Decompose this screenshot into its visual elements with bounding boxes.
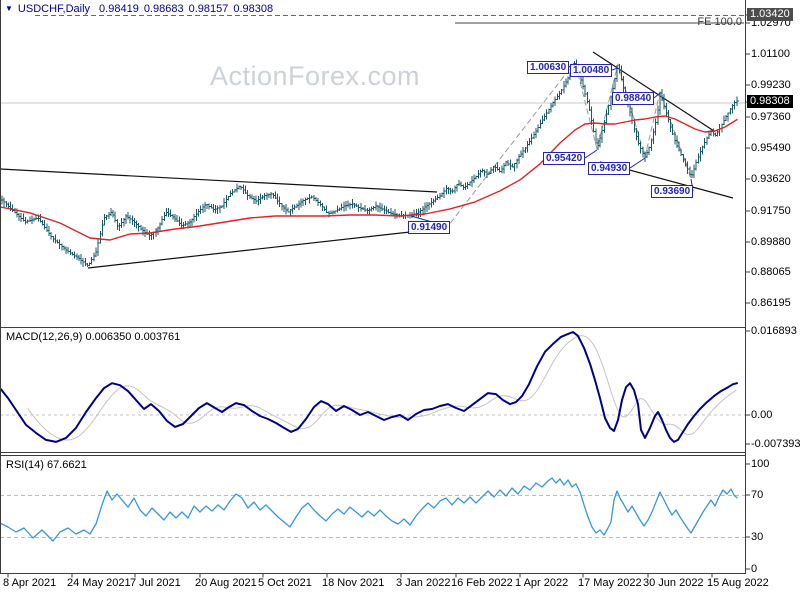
trendline bbox=[0, 168, 438, 193]
swing-price-label: 0.93690 bbox=[651, 185, 694, 198]
rsi-axis-label: 70 bbox=[751, 489, 764, 501]
symbol-dropdown-icon[interactable]: ▼ bbox=[5, 4, 13, 13]
swing-price-label: 1.00480 bbox=[570, 64, 613, 77]
date-axis-label: 17 May 2022 bbox=[578, 577, 642, 589]
trendline bbox=[87, 228, 438, 269]
date-axis-label: 24 May 2021 bbox=[67, 577, 131, 589]
swing-label-tail bbox=[584, 149, 598, 159]
price-axis-label: 0.99230 bbox=[751, 79, 791, 91]
swing-price-label: 0.94930 bbox=[588, 162, 631, 175]
rsi-axis-label: 30 bbox=[751, 531, 764, 543]
date-axis-label: 7 Jul 2021 bbox=[130, 577, 181, 589]
date-axis-label: 15 Aug 2022 bbox=[707, 577, 769, 589]
price-axis-label: 0.95490 bbox=[751, 142, 791, 154]
moving-average-line bbox=[0, 115, 738, 241]
price-axis-label: 1.01100 bbox=[751, 48, 790, 60]
fib-expansion-label: FE 100.0 bbox=[697, 16, 742, 28]
price-axis-label: 0.93620 bbox=[751, 173, 791, 185]
chart-widget: ▼ USDCHF,Daily 0.98419 0.98683 0.98157 0.9830… bbox=[0, 0, 800, 600]
rsi-axis-label: 0 bbox=[751, 563, 758, 575]
swing-price-label: 1.00630 bbox=[527, 61, 570, 74]
macd-axis-label: 0.016893 bbox=[751, 325, 797, 337]
price-axis-label: 0.86195 bbox=[751, 297, 791, 309]
swing-price-label: 0.91490 bbox=[408, 221, 451, 234]
quote-high: 0.98683 bbox=[143, 3, 184, 15]
price-axis-label: 0.88065 bbox=[751, 266, 791, 278]
swing-price-label: 0.95420 bbox=[543, 152, 586, 165]
swing-price-label: 0.98840 bbox=[612, 92, 655, 105]
watermark: ActionForex.com bbox=[209, 61, 421, 91]
symbol-timeframe: USDCHF,Daily bbox=[17, 3, 91, 15]
macd-signal-line bbox=[27, 335, 737, 441]
date-axis-label: 8 Apr 2021 bbox=[3, 577, 57, 589]
rsi-axis-label: 100 bbox=[751, 458, 770, 470]
quote-close: 0.98308 bbox=[233, 3, 274, 15]
date-axis-label: 5 Oct 2021 bbox=[258, 577, 312, 589]
price-axis-label: 0.97360 bbox=[751, 111, 791, 123]
macd-line bbox=[0, 331, 738, 443]
swing-label-tail bbox=[629, 157, 646, 169]
date-axis-label: 30 Jun 2022 bbox=[643, 577, 704, 589]
quote-open: 0.98419 bbox=[99, 3, 139, 15]
price-axis-label-highlight: 1.03420 bbox=[747, 8, 793, 21]
price-axis-label: 0.89880 bbox=[751, 236, 791, 248]
date-axis-label: 1 Apr 2022 bbox=[515, 577, 569, 589]
quote-low: 0.98157 bbox=[188, 3, 229, 15]
title-bar: ▼ USDCHF,Daily 0.98419 0.98683 0.98157 0.9830… bbox=[5, 3, 278, 15]
macd-axis-label: 0.00 bbox=[751, 409, 773, 421]
date-axis-label: 16 Feb 2022 bbox=[451, 577, 513, 589]
date-axis-label: 20 Aug 2021 bbox=[195, 577, 257, 589]
rsi-line bbox=[0, 477, 738, 542]
macd-axis-label: -0.007393 bbox=[751, 438, 800, 450]
price-axis-label-highlight: 0.98308 bbox=[747, 95, 793, 108]
rsi-indicator-label: RSI(14) 67.6621 bbox=[6, 459, 87, 471]
date-axis-label: 18 Nov 2021 bbox=[322, 577, 385, 589]
date-axis-label: 3 Jan 2022 bbox=[396, 577, 451, 589]
price-axis-label: 0.91750 bbox=[751, 205, 791, 217]
macd-indicator-label: MACD(12,26,9) 0.006350 0.003761 bbox=[6, 331, 181, 343]
